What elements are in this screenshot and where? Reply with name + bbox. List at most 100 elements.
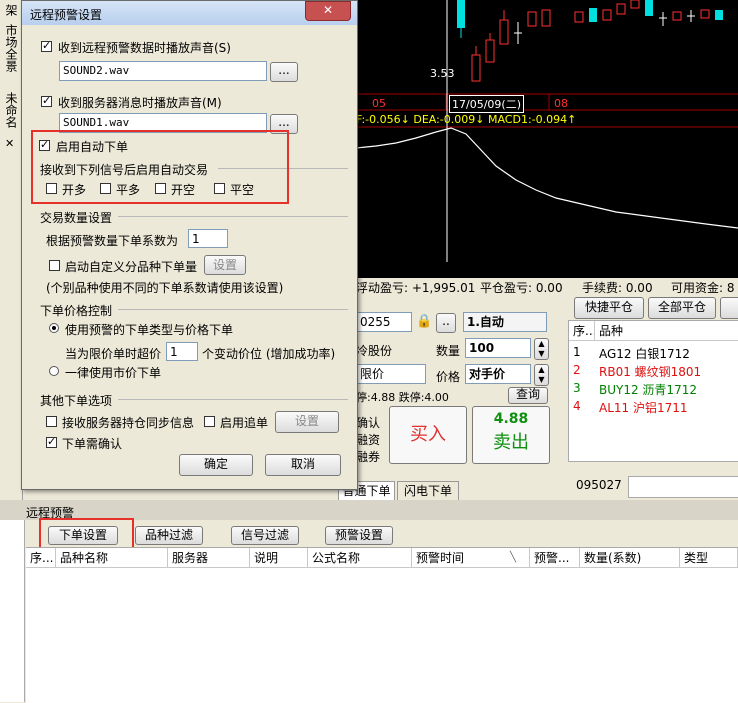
confirm-label: 下单需确认 bbox=[62, 437, 123, 451]
list-item[interactable]: AL11 沪铝1711 bbox=[599, 399, 688, 416]
axis-label-right: 08 bbox=[554, 97, 568, 110]
ok-button[interactable]: 确定 bbox=[179, 454, 253, 476]
close-button[interactable]: ✕ bbox=[305, 1, 351, 21]
axis-label-left: 05 bbox=[372, 97, 386, 110]
col-alert-price[interactable]: 预警... bbox=[530, 548, 580, 568]
highlight-box bbox=[39, 518, 134, 550]
browse-button-1[interactable]: ... bbox=[270, 62, 298, 82]
trade-panel: 浮动盈亏: +1,995.01 平仓盈亏: 0.00 手续费: 0.00 可用资… bbox=[338, 278, 738, 501]
use-signal-price-radio[interactable] bbox=[49, 323, 59, 333]
float-pnl: 浮动盈亏: +1,995.01 bbox=[356, 281, 476, 295]
sell-button[interactable]: 4.88 卖出 bbox=[472, 406, 550, 464]
col-type[interactable]: 类型 bbox=[680, 548, 738, 568]
alert-table[interactable]: 序... 品种名称 服务器 说明 公式名称 预警时间 ╲ 预警... 数量(系数… bbox=[26, 547, 738, 703]
cancel-button[interactable]: 取消 bbox=[265, 454, 341, 476]
sound-server-label: 收到服务器消息时播放声音(M) bbox=[58, 96, 222, 110]
left-tab-unnamed[interactable]: 未命名 bbox=[2, 92, 20, 132]
col-formula[interactable]: 公式名称 bbox=[308, 548, 412, 568]
sync-label: 接收服务器持仓同步信息 bbox=[62, 416, 195, 430]
buy-button[interactable]: 买入 bbox=[389, 406, 467, 464]
col-symbol[interactable]: 品种名称 bbox=[56, 548, 168, 568]
market-price-radio[interactable] bbox=[49, 366, 59, 376]
list-item-seq: 4 bbox=[573, 399, 581, 413]
limit-exceed-input[interactable]: 1 bbox=[166, 342, 198, 361]
qty-input[interactable]: 100 bbox=[465, 338, 531, 358]
chase-setting-button[interactable]: 设置 bbox=[275, 411, 339, 433]
highlight-box bbox=[31, 130, 289, 204]
list-item[interactable]: AG12 白银1712 bbox=[599, 345, 690, 362]
close-icon[interactable]: ✕ bbox=[5, 137, 14, 150]
quick-close-button[interactable]: 快捷平仓 bbox=[574, 297, 644, 319]
kline-chart[interactable]: 3.53 05 17/05/09(二) 08 F:-0.056↓ DEA:-0.… bbox=[356, 0, 738, 278]
left-tab-market[interactable]: 市场全景 bbox=[2, 24, 20, 84]
qty-label: 数量 bbox=[436, 344, 461, 358]
tab-flash-order[interactable]: 闪电下单 bbox=[397, 481, 459, 501]
side-label-confirm: 确认 bbox=[356, 416, 381, 430]
chart-canvas bbox=[356, 0, 738, 262]
tab-alert-settings[interactable]: 预警设置 bbox=[325, 526, 393, 545]
macd-curve bbox=[356, 127, 738, 229]
sound-file1-input[interactable]: SOUND2.wav bbox=[59, 61, 267, 81]
code-input[interactable]: 0255 bbox=[356, 312, 412, 332]
price-type-select[interactable]: 限价 bbox=[356, 364, 426, 384]
more-button[interactable] bbox=[720, 297, 738, 319]
sound-server-checkbox[interactable] bbox=[41, 94, 52, 107]
list-item-seq: 3 bbox=[573, 381, 581, 395]
list-item[interactable]: RB01 螺纹钢1801 bbox=[599, 363, 701, 380]
lock-icon[interactable]: 🔒 bbox=[416, 314, 432, 330]
price-group-title: 下单价格控制 bbox=[40, 304, 113, 318]
divider bbox=[118, 399, 348, 400]
use-signal-price-label: 使用预警的下单类型与价格下单 bbox=[65, 323, 234, 337]
market-price-label: 一律使用市价下单 bbox=[65, 366, 162, 380]
other-group-title: 其他下单选项 bbox=[40, 394, 113, 408]
col-seq[interactable]: 序... bbox=[26, 548, 56, 568]
sort-icon[interactable]: ╲ bbox=[510, 552, 516, 563]
col-desc[interactable]: 说明 bbox=[250, 548, 308, 568]
left-tab-partial[interactable]: 架 bbox=[2, 4, 20, 18]
position-list[interactable]: 序... 品种 1 AG12 白银1712 2 RB01 螺纹钢1801 3 B… bbox=[568, 320, 738, 462]
list-col-name: 品种 bbox=[595, 321, 738, 341]
chase-checkbox[interactable] bbox=[204, 416, 215, 427]
chase-label: 启用追单 bbox=[220, 416, 269, 430]
price-input[interactable]: 对手价 bbox=[465, 364, 531, 384]
sync-checkbox[interactable] bbox=[46, 416, 57, 427]
qty-group-title: 交易数量设置 bbox=[40, 211, 113, 225]
code-browse-button[interactable]: .. bbox=[436, 313, 456, 333]
close-pnl: 平仓盈亏: 0.00 bbox=[480, 281, 563, 295]
tab-symbol-filter[interactable]: 品种过滤 bbox=[135, 526, 203, 545]
custom-note: (个别品种使用不同的下单系数请使用该设置) bbox=[46, 281, 284, 295]
remote-alert-dialog: 远程预警设置 ✕ 收到远程预警数据时播放声音(S) SOUND2.wav ...… bbox=[21, 0, 358, 490]
stock-name: 冷股份 bbox=[356, 344, 393, 358]
price-label: 价格 bbox=[436, 370, 461, 384]
fee: 手续费: 0.00 bbox=[582, 281, 653, 295]
contract-select[interactable]: 1.自动 bbox=[463, 312, 547, 332]
candlesticks bbox=[457, 0, 723, 82]
limit-exceed-prefix: 当为限价单时超价 bbox=[65, 347, 162, 361]
date-cursor-box: 17/05/09(二) bbox=[449, 95, 524, 113]
col-server[interactable]: 服务器 bbox=[168, 548, 250, 568]
list-item-seq: 2 bbox=[573, 363, 581, 377]
tab-signal-filter[interactable]: 信号过滤 bbox=[231, 526, 299, 545]
list-item[interactable]: BUY12 沥青1712 bbox=[599, 381, 697, 398]
qty-coef-label: 根据预警数量下单系数为 bbox=[46, 234, 179, 248]
dialog-title: 远程预警设置 bbox=[30, 8, 103, 22]
panel-header bbox=[0, 500, 738, 520]
list-col-seq: 序... bbox=[569, 321, 595, 341]
close-all-button[interactable]: 全部平仓 bbox=[648, 297, 716, 319]
qty-coef-input[interactable]: 1 bbox=[188, 229, 228, 248]
qty-spinner[interactable]: ▲ ▼ bbox=[534, 338, 549, 360]
sound-remote-checkbox[interactable] bbox=[41, 39, 52, 52]
col-qty[interactable]: 数量(系数) bbox=[580, 548, 680, 568]
divider bbox=[118, 309, 348, 310]
query-button[interactable]: 查询 bbox=[508, 387, 548, 404]
sell-label: 卖出 bbox=[493, 432, 529, 453]
available-funds: 可用资金: 8 bbox=[671, 281, 735, 295]
price-spinner[interactable]: ▲ ▼ bbox=[534, 364, 549, 386]
macd-legend: F:-0.056↓ DEA:-0.009↓ MACD1:-0.094↑ bbox=[356, 113, 577, 126]
custom-setting-button[interactable]: 设置 bbox=[204, 255, 246, 275]
confirm-checkbox[interactable] bbox=[46, 435, 57, 448]
custom-qty-checkbox[interactable] bbox=[49, 260, 60, 271]
bottom-left-gutter bbox=[0, 520, 25, 702]
limit-range: 停:4.88 跌停:4.00 bbox=[356, 391, 449, 404]
status-code: 095027 bbox=[576, 478, 622, 492]
